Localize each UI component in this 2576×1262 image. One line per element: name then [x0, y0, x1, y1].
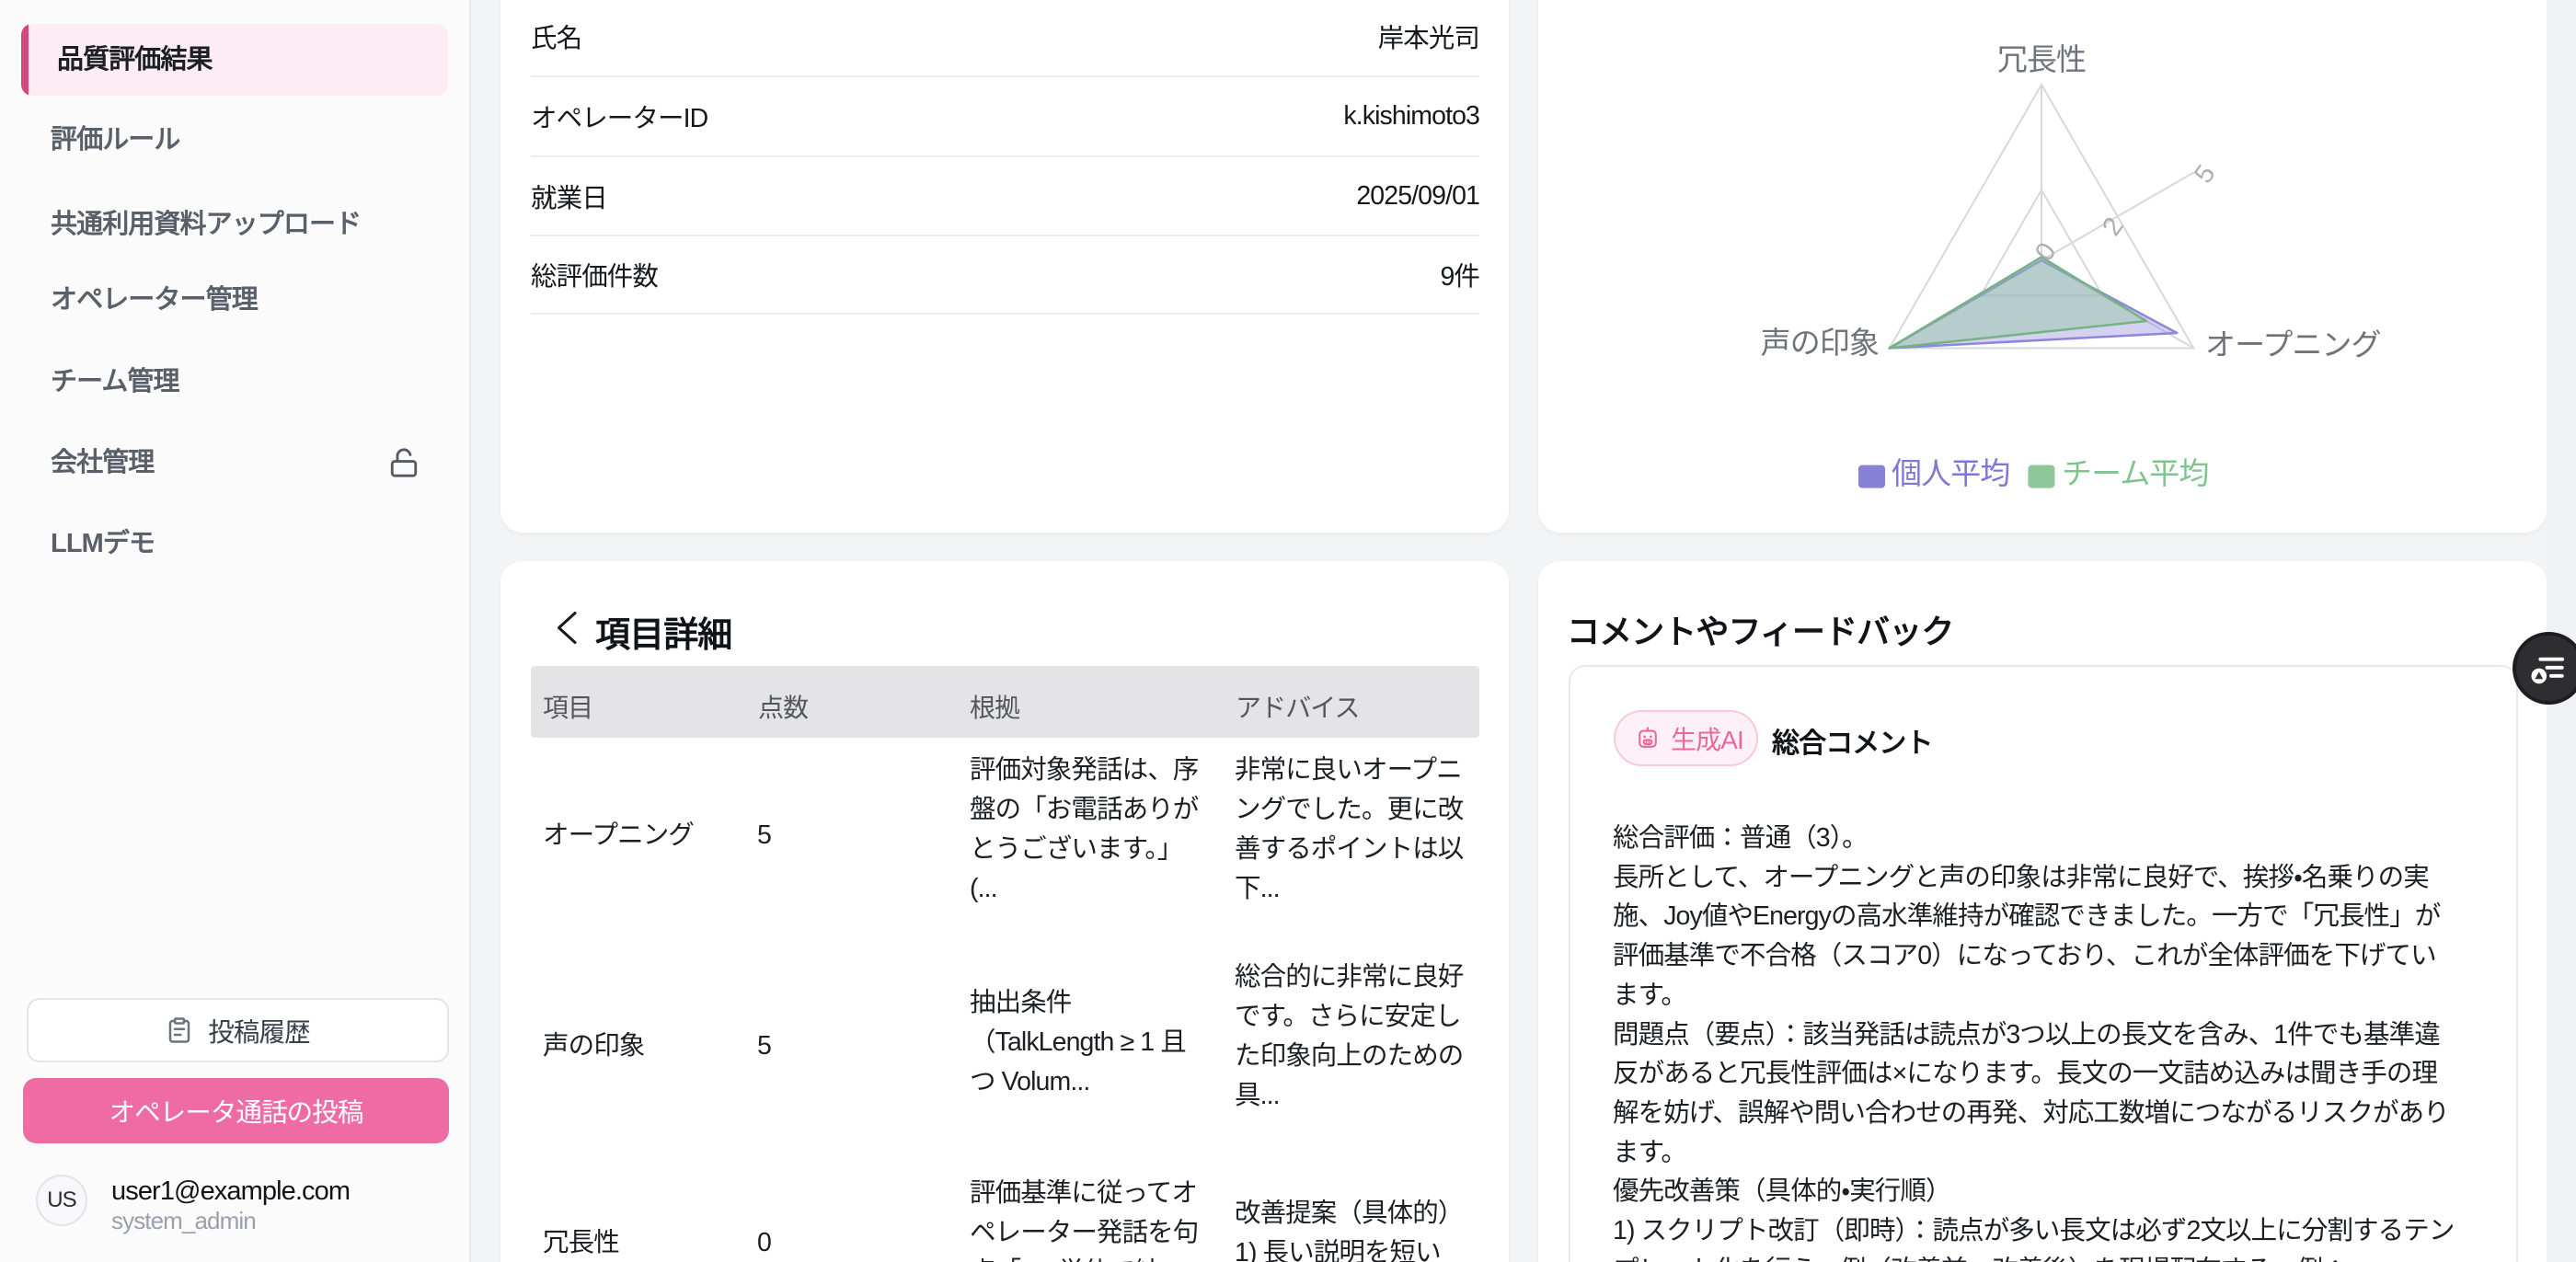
svg-text:2: 2 [2097, 212, 2129, 241]
svg-text:声の印象: 声の印象 [1761, 326, 1879, 360]
svg-text:5: 5 [2189, 160, 2221, 189]
svg-text:チーム平均: チーム平均 [2062, 456, 2209, 490]
svg-text:個人平均: 個人平均 [1892, 456, 2009, 490]
svg-text:オープニング: オープニング [2205, 327, 2381, 361]
svg-text:冗長性: 冗長性 [1997, 42, 2086, 76]
